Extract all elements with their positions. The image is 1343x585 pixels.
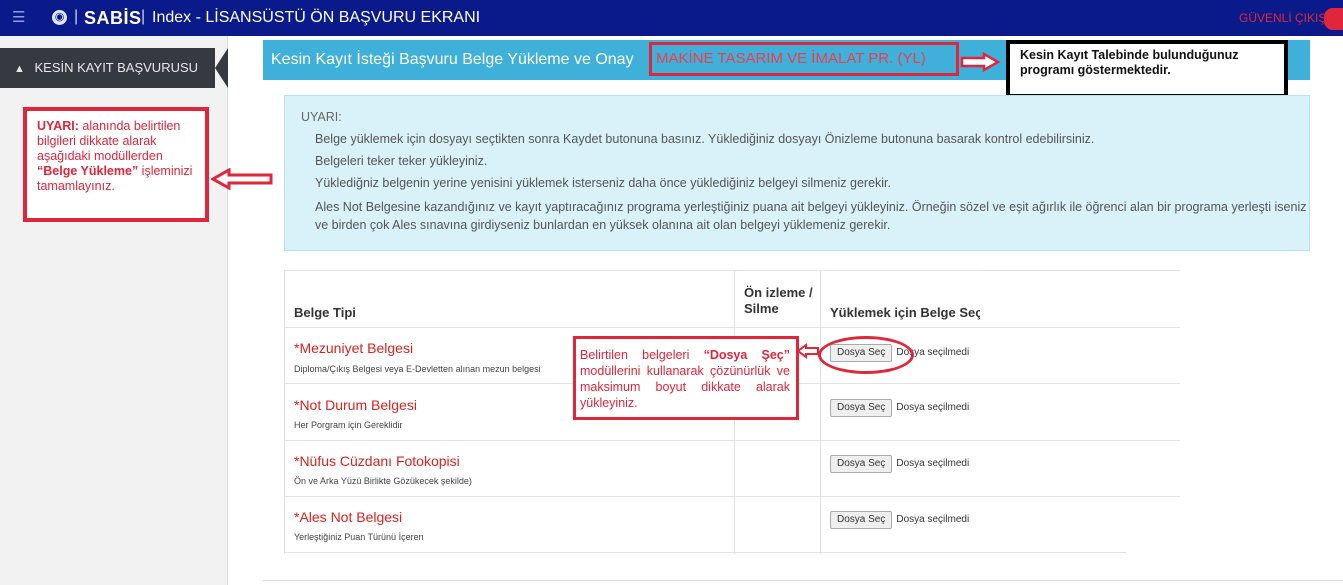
top-navbar: ☰ ◉ | SABİS | Index - LİSANSÜSTÜ ÖN BAŞV…: [0, 0, 1343, 36]
annotation-bold: UYARI:: [37, 119, 79, 133]
program-annotation-arrow: [960, 52, 1000, 72]
warning-panel: UYARI: Belge yüklemek için dosyayı seçti…: [284, 95, 1310, 251]
sidebar-item-kesin-kayit[interactable]: ▲ KESİN KAYIT BAŞVURUSU: [0, 48, 215, 88]
row-divider: [284, 440, 1180, 441]
file-input-ales[interactable]: Dosya Seç Dosya seçilmedi: [830, 511, 969, 533]
file-input-nufus-cuzdani[interactable]: Dosya Seç Dosya seçilmedi: [830, 455, 969, 477]
upload-annotation-box: Belirtilen belgeleri “Dosya Şeç” modülle…: [573, 336, 799, 420]
row-divider: [284, 552, 1126, 553]
annotation-bold: “Dosya Şeç”: [703, 348, 791, 362]
hamburger-icon[interactable]: ☰: [12, 8, 25, 26]
row-title: *Not Durum Belgesi: [294, 397, 417, 413]
table-left-border: [284, 270, 285, 554]
thumbs-up-icon: ▲: [14, 63, 25, 75]
program-name: MAKİNE TASARIM VE İMALAT PR. (YL): [656, 50, 926, 67]
brand-logo[interactable]: SABİS: [84, 8, 142, 29]
warning-line: Belge yüklemek için dosyayı seçtikten so…: [315, 132, 1095, 146]
choose-file-button[interactable]: Dosya Seç: [830, 511, 893, 529]
warning-title: UYARI:: [301, 110, 342, 124]
annotation-text-end: modüllerini kullanarak çözünürlük ve mak…: [580, 364, 790, 410]
sidebar-item-label: KESİN KAYIT BAŞVURUSU: [34, 60, 199, 75]
file-status: Dosya seçilmedi: [896, 514, 970, 525]
title-separator: |: [141, 8, 146, 25]
content-title: Kesin Kayıt İsteği Başvuru Belge Yükleme…: [271, 51, 634, 68]
row-subtitle: Her Porgram için Gereklidir: [294, 420, 403, 430]
program-name-box: MAKİNE TASARIM VE İMALAT PR. (YL): [649, 42, 959, 76]
file-input-not-durum[interactable]: Dosya Seç Dosya seçilmedi: [830, 399, 969, 421]
warning-annotation-box: UYARI: alanında belirtilen bilgileri dik…: [23, 107, 209, 222]
row-subtitle: Ön ve Arka Yüzü Birlikte Gözükecek şekil…: [294, 476, 472, 486]
globe-icon: ◉: [52, 10, 67, 25]
left-annotation-arrow: [211, 168, 273, 190]
row-subtitle: Yerleştiğiniz Puan Türünü İçeren: [294, 532, 424, 542]
row-title: *Nüfus Cüzdanı Fotokopisi: [294, 453, 460, 469]
choose-file-button[interactable]: Dosya Seç: [830, 399, 893, 417]
warning-line: Yüklediğniz belgenin yerine yenisini yük…: [315, 176, 892, 190]
page-bottom-border: [263, 580, 1343, 581]
column-header-onizleme: Ön izleme / Silme: [744, 270, 824, 328]
row-title: *Mezuniyet Belgesi: [294, 340, 414, 356]
column-header-belge-sec: Yüklemek için Belge Seç: [830, 270, 980, 328]
power-icon[interactable]: [1324, 8, 1343, 30]
page-title: Index - LİSANSÜSTÜ ÖN BAŞVURU EKRANI: [152, 9, 481, 26]
file-status: Dosya seçilmedi: [896, 458, 970, 469]
annotation-quote: “Belge Yükleme”: [37, 164, 139, 178]
table-header-divider: [284, 327, 1180, 328]
sidebar-active-pointer: [215, 48, 228, 88]
logout-link[interactable]: GÜVENLİ ÇIKIŞ: [1239, 11, 1326, 25]
annotation-text: Belirtilen belgeleri: [580, 348, 704, 362]
program-annotation-text: Kesin Kayıt Talebinde bulunduğunuz progr…: [1020, 48, 1239, 77]
program-annotation-box: Kesin Kayıt Talebinde bulunduğunuz progr…: [1006, 40, 1288, 98]
row-subtitle: Diploma/Çıkış Belgesi veya E-Devletten a…: [294, 364, 541, 374]
warning-line: Belgeleri teker teker yükleyiniz.: [315, 154, 488, 168]
column-divider: [820, 270, 821, 554]
highlight-ellipse: [818, 336, 914, 374]
upload-annotation-arrow: [797, 343, 819, 359]
row-title: *Ales Not Belgesi: [294, 509, 403, 525]
warning-line: Ales Not Belgesine kazandığınız ve kayıt…: [315, 200, 1307, 232]
column-header-belge-tipi: Belge Tipi: [294, 270, 734, 328]
choose-file-button[interactable]: Dosya Seç: [830, 455, 893, 473]
file-status: Dosya seçilmedi: [896, 402, 970, 413]
brand-separator: |: [74, 8, 79, 25]
row-divider: [284, 496, 1180, 497]
